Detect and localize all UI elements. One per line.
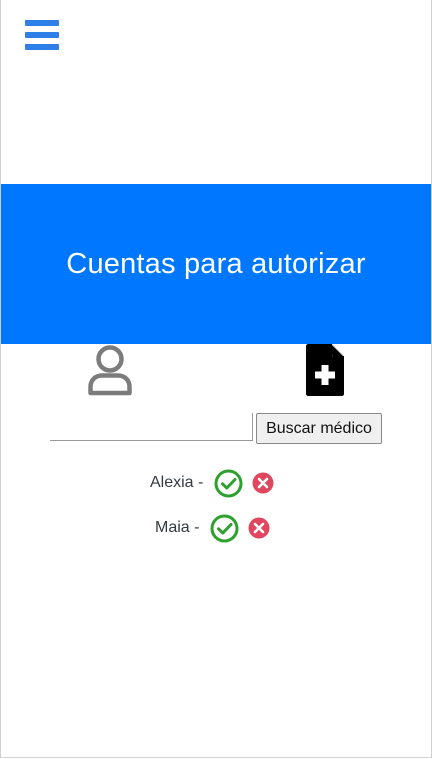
user-icon[interactable] [86,344,134,396]
hamburger-menu-icon[interactable] [25,20,59,51]
account-name: Maia - [155,519,200,536]
x-circle-icon[interactable] [248,517,270,539]
page-title: Cuentas para autorizar [66,247,366,280]
search-doctor-button[interactable]: Buscar médico [256,413,382,444]
list-item: Maia - [155,512,270,544]
x-circle-icon[interactable] [252,472,274,494]
account-name: Alexia - [150,474,204,491]
list-item: Alexia - [150,467,274,499]
page-frame [0,0,432,758]
file-plus-icon[interactable] [305,344,345,396]
page-header-banner: Cuentas para autorizar [1,184,431,344]
check-circle-icon[interactable] [209,513,240,544]
check-circle-icon[interactable] [213,468,244,499]
search-input[interactable] [50,413,253,441]
